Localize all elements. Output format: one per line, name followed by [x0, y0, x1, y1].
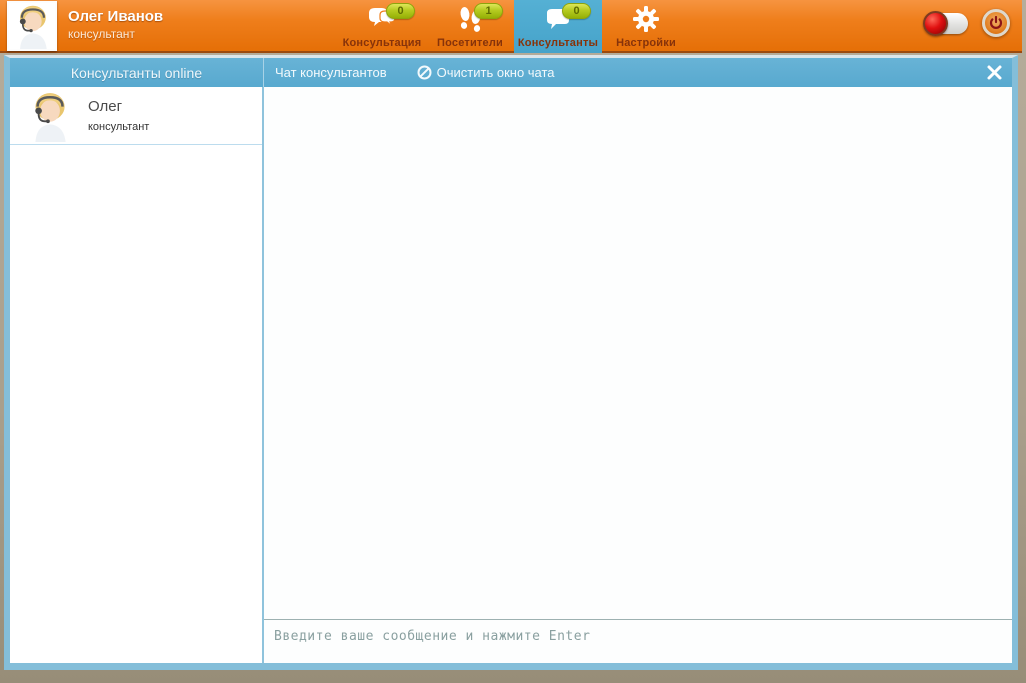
- close-icon[interactable]: [986, 64, 1003, 81]
- power-icon: [989, 16, 1003, 29]
- chat-input-area: [264, 619, 1012, 663]
- status-toggle[interactable]: [923, 10, 968, 36]
- clear-chat-label: Очистить окно чата: [436, 65, 555, 80]
- power-button[interactable]: [982, 9, 1010, 37]
- sidebar-header: Консультанты online: [10, 58, 264, 87]
- consultants-badge: 0: [562, 3, 591, 19]
- tab-consultants[interactable]: 0 Консультанты: [514, 0, 602, 53]
- chat-title: Чат консультантов: [275, 65, 387, 80]
- status-toggle-knob: [923, 10, 948, 36]
- chat-message-log[interactable]: [264, 87, 1012, 619]
- current-user-avatar: [7, 1, 57, 51]
- consultation-badge: 0: [386, 3, 415, 19]
- consultant-avatar: [23, 89, 75, 142]
- panel-header-row: Консультанты online Чат консультантов Оч…: [10, 58, 1012, 87]
- main-nav-tabs: 0 Консультация 1 Посетители 0 Консультан…: [338, 0, 690, 53]
- tab-visitors[interactable]: 1 Посетители: [426, 0, 514, 53]
- chat-header: Чат консультантов Очистить окно чата: [264, 58, 1012, 87]
- consultant-name: Олег: [88, 98, 123, 115]
- desktop-background: Олег Иванов консультант 0 Консультация 1…: [0, 0, 1026, 683]
- consultant-role: консультант: [88, 121, 150, 133]
- tab-consultation-label: Консультация: [342, 37, 422, 49]
- tab-consultants-label: Консультанты: [517, 37, 599, 49]
- gear-icon: [631, 5, 661, 33]
- tab-settings-label: Настройки: [616, 37, 676, 49]
- tab-visitors-label: Посетители: [437, 37, 503, 49]
- consultant-avatar-icon: [9, 3, 55, 49]
- chat-message-input[interactable]: [274, 629, 1002, 644]
- app-window: Олег Иванов консультант 0 Консультация 1…: [0, 0, 1022, 670]
- main-body: Консультанты online Чат консультантов Оч…: [4, 55, 1018, 670]
- visitors-badge: 1: [474, 3, 503, 19]
- consultant-avatar-icon: [23, 90, 75, 142]
- current-user-role: консультант: [68, 27, 135, 41]
- clear-chat-button[interactable]: Очистить окно чата: [417, 65, 555, 80]
- tab-settings[interactable]: Настройки: [602, 0, 690, 53]
- consultant-list-item[interactable]: Олег консультант: [10, 87, 262, 145]
- ban-circle-icon: [417, 65, 432, 80]
- app-header: Олег Иванов консультант 0 Консультация 1…: [0, 0, 1022, 53]
- tab-consultation[interactable]: 0 Консультация: [338, 0, 426, 53]
- consultant-texts: Олег консультант: [88, 98, 149, 133]
- chat-area: [264, 87, 1012, 663]
- consultants-online-list: Олег консультант: [10, 87, 264, 663]
- main-row: Олег консультант: [10, 87, 1012, 663]
- current-user-name: Олег Иванов: [68, 8, 164, 25]
- header-controls: [923, 9, 1010, 37]
